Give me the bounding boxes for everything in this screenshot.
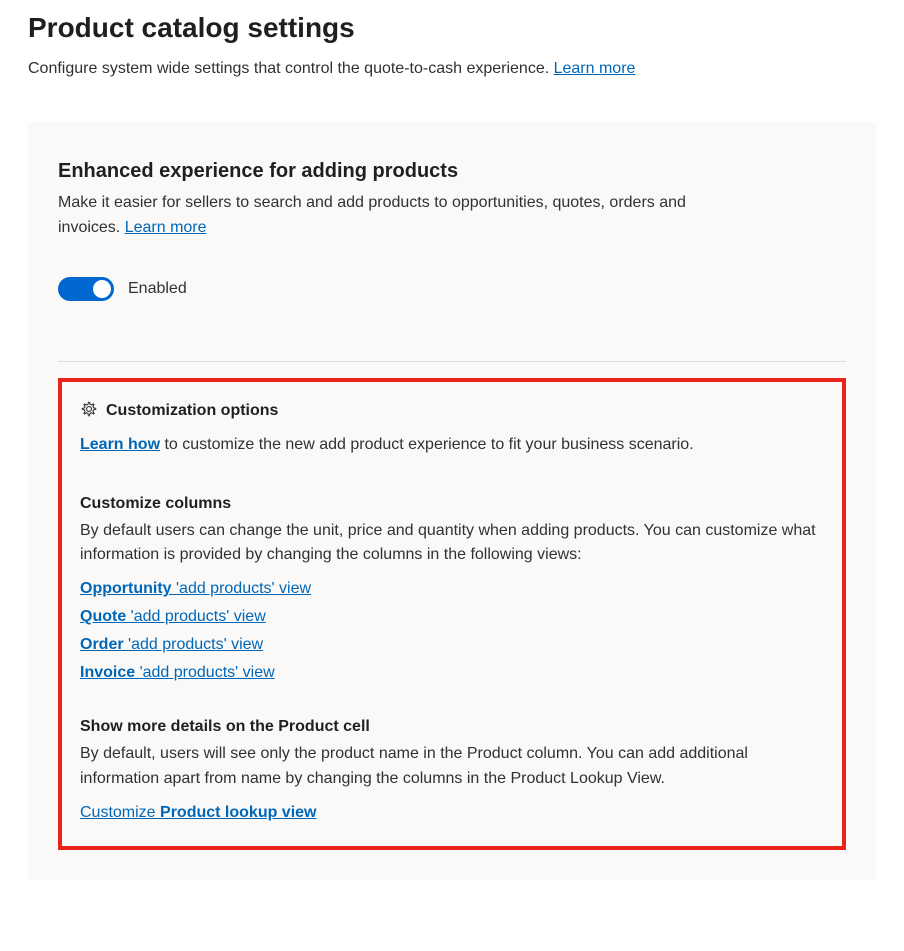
customize-link-prefix: Customize: [80, 804, 160, 821]
link-rest-part: 'add products' view: [140, 664, 275, 681]
enhanced-desc: Make it easier for sellers to search and…: [58, 191, 718, 241]
product-cell-desc: By default, users will see only the prod…: [80, 742, 824, 792]
invoice-add-products-view-link[interactable]: Invoice 'add products' view: [80, 664, 824, 682]
settings-panel: Enhanced experience for adding products …: [28, 122, 876, 880]
link-rest-part: 'add products' view: [128, 636, 263, 653]
customization-title: Customization options: [106, 402, 278, 420]
link-bold-part: Quote: [80, 608, 131, 625]
link-bold-part: Order: [80, 636, 128, 653]
opportunity-add-products-view-link[interactable]: Opportunity 'add products' view: [80, 580, 824, 598]
customize-columns-heading: Customize columns: [80, 495, 824, 513]
customization-desc: Learn how to customize the new add produ…: [80, 433, 824, 457]
order-add-products-view-link[interactable]: Order 'add products' view: [80, 636, 824, 654]
link-bold-part: Opportunity: [80, 580, 176, 597]
page-subtitle-text: Configure system wide settings that cont…: [28, 60, 554, 77]
customization-desc-rest: to customize the new add product experie…: [160, 436, 694, 453]
page-subtitle: Configure system wide settings that cont…: [28, 60, 876, 78]
product-cell-heading: Show more details on the Product cell: [80, 718, 824, 736]
link-bold-part: Invoice: [80, 664, 140, 681]
link-rest-part: 'add products' view: [131, 608, 266, 625]
customization-highlight-box: Customization options Learn how to custo…: [58, 378, 846, 850]
page-root: Product catalog settings Configure syste…: [0, 0, 904, 880]
customization-header: Customization options: [80, 400, 824, 423]
customize-columns-desc: By default users can change the unit, pr…: [80, 519, 824, 569]
learn-how-link[interactable]: Learn how: [80, 436, 160, 453]
customize-product-lookup-view-link[interactable]: Customize Product lookup view: [80, 804, 317, 821]
quote-add-products-view-link[interactable]: Quote 'add products' view: [80, 608, 824, 626]
enhanced-toggle[interactable]: [58, 277, 114, 301]
enhanced-toggle-row: Enabled: [58, 277, 846, 301]
enhanced-title: Enhanced experience for adding products: [58, 160, 846, 183]
divider: [58, 361, 846, 362]
link-rest-part: 'add products' view: [176, 580, 311, 597]
customize-link-bold: Product lookup view: [160, 804, 316, 821]
page-title: Product catalog settings: [28, 12, 876, 44]
enhanced-toggle-label: Enabled: [128, 280, 187, 298]
learn-more-link[interactable]: Learn more: [554, 60, 636, 77]
view-links-list: Opportunity 'add products' view Quote 'a…: [80, 580, 824, 682]
enhanced-learn-more-link[interactable]: Learn more: [125, 219, 207, 236]
gear-icon: [80, 400, 98, 423]
toggle-knob: [93, 280, 111, 298]
